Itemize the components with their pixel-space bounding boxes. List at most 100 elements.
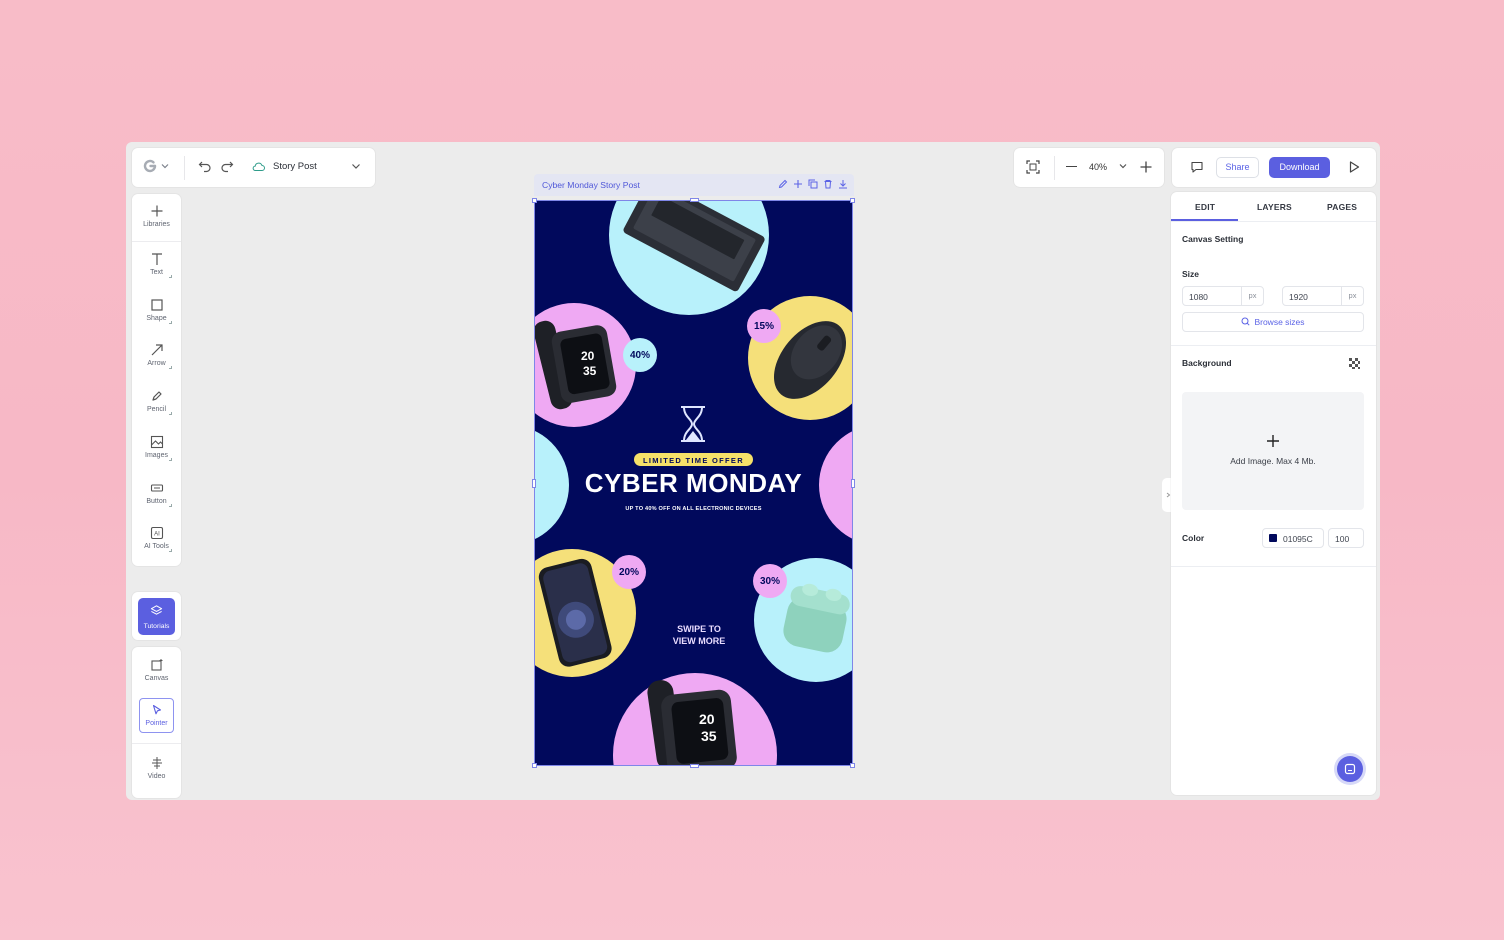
color-hex-field[interactable]: 01095C: [1262, 528, 1324, 548]
width-field[interactable]: 1080 px: [1182, 286, 1264, 306]
color-swatch[interactable]: [1269, 534, 1277, 542]
video-icon: [151, 757, 162, 769]
zoom-out-button[interactable]: [1066, 166, 1077, 168]
tool-images[interactable]: Images: [132, 435, 181, 461]
add-icon[interactable]: [793, 179, 803, 189]
search-icon: [1241, 317, 1251, 326]
tool-button[interactable]: Button: [132, 481, 181, 507]
discount-label-30: 30%: [759, 576, 780, 587]
edit-icon[interactable]: [778, 179, 788, 189]
tool-video[interactable]: Video: [132, 756, 181, 780]
share-button[interactable]: Share: [1216, 157, 1259, 178]
watch-time-top: 20: [581, 349, 595, 363]
tutorials-label: Tutorials: [143, 623, 170, 630]
subline: UP TO 40% OFF ON ALL ELECTRONIC DEVICES: [625, 506, 762, 512]
chevron-down-icon[interactable]: [350, 160, 362, 172]
submenu-indicator: [169, 549, 172, 552]
active-tab-indicator: [1171, 219, 1238, 221]
button-icon: [150, 484, 163, 492]
plus-icon: [1267, 435, 1279, 447]
divider: [1171, 566, 1376, 567]
text-icon: [151, 253, 162, 265]
zoom-bar: 40%: [1014, 148, 1164, 187]
frame-header: Cyber Monday Story Post: [534, 174, 854, 196]
bottom-watch-time-bottom: 35: [701, 728, 717, 744]
zoom-level[interactable]: 40%: [1089, 162, 1107, 172]
design-canvas[interactable]: 20 35 20 35 40% 15% 20% 30% LIMITED TIME…: [534, 200, 853, 766]
ai-icon: AI: [150, 526, 163, 540]
tool-ai[interactable]: AI AI Tools: [132, 526, 181, 552]
tool-label: Canvas: [144, 675, 169, 682]
tool-sidebar: Libraries Text Shape Arrow Pencil Images: [132, 194, 181, 566]
discount-label-15: 15%: [753, 321, 774, 332]
panel-tabs: EDIT LAYERS PAGES: [1171, 192, 1376, 222]
background-label: Background: [1182, 358, 1232, 368]
add-image-dropzone[interactable]: Add Image. Max 4 Mb.: [1182, 392, 1364, 510]
divider: [184, 156, 185, 180]
duplicate-icon[interactable]: [808, 179, 818, 189]
tool-text[interactable]: Text: [132, 252, 181, 278]
tool-label: Button: [146, 498, 167, 505]
editor-app: Story Post 40% Share Download Libraries …: [126, 142, 1380, 800]
chevron-down-icon[interactable]: [1118, 161, 1128, 171]
watch-time-bottom: 35: [583, 364, 597, 378]
tool-label: Video: [147, 773, 166, 780]
tool-label: Libraries: [143, 221, 170, 228]
trash-icon[interactable]: [823, 179, 833, 189]
submenu-indicator: [169, 366, 172, 369]
divider: [1171, 345, 1376, 346]
swipe-line-2: VIEW MORE: [672, 636, 726, 646]
arrow-icon: [151, 344, 163, 356]
offer-badge-text: LIMITED TIME OFFER: [643, 456, 744, 465]
chat-icon: [1344, 763, 1356, 775]
height-value: 1920: [1289, 292, 1308, 302]
submenu-indicator: [169, 275, 172, 278]
color-label: Color: [1182, 533, 1205, 543]
svg-text:AI: AI: [154, 532, 160, 538]
opacity-value: 100: [1335, 534, 1350, 544]
transparency-icon[interactable]: [1349, 358, 1360, 369]
tool-label: Text: [150, 269, 163, 276]
browse-sizes-label: Browse sizes: [1254, 317, 1305, 327]
tutorials-button[interactable]: Tutorials: [138, 598, 175, 635]
browse-sizes-button[interactable]: Browse sizes: [1182, 312, 1364, 332]
tool-shape[interactable]: Shape: [132, 298, 181, 324]
chat-button[interactable]: [1337, 756, 1363, 782]
tab-edit[interactable]: EDIT: [1195, 202, 1215, 212]
zoom-in-icon[interactable]: [1139, 160, 1153, 174]
section-title: Canvas Setting: [1182, 234, 1244, 244]
tool-pointer[interactable]: Pointer: [139, 698, 174, 733]
tool-arrow[interactable]: Arrow: [132, 343, 181, 369]
tool-libraries[interactable]: Libraries: [132, 204, 181, 228]
image-icon: [150, 435, 163, 449]
tool-label: Pointer: [145, 720, 168, 727]
properties-panel: EDIT LAYERS PAGES Canvas Setting Size 10…: [1171, 192, 1376, 795]
width-value: 1080: [1189, 292, 1208, 302]
tool-canvas[interactable]: Canvas: [132, 658, 181, 682]
comment-icon[interactable]: [1190, 160, 1204, 174]
download-icon[interactable]: [838, 179, 848, 189]
divider: [132, 743, 181, 744]
submenu-indicator: [169, 458, 172, 461]
frame-title[interactable]: Cyber Monday Story Post: [542, 180, 640, 190]
tab-pages[interactable]: PAGES: [1327, 202, 1357, 212]
document-title[interactable]: Story Post: [273, 161, 317, 172]
height-field[interactable]: 1920 px: [1282, 286, 1364, 306]
bottom-watch-time-top: 20: [699, 711, 715, 727]
opacity-field[interactable]: 100: [1328, 528, 1364, 548]
tutorials-card: Tutorials: [132, 592, 181, 640]
app-menu-button[interactable]: [142, 158, 169, 174]
height-unit: px: [1341, 287, 1363, 305]
tab-layers[interactable]: LAYERS: [1257, 202, 1292, 212]
plus-icon: [151, 205, 162, 217]
play-icon[interactable]: [1347, 160, 1361, 174]
fit-screen-icon[interactable]: [1026, 160, 1040, 174]
square-icon: [150, 299, 163, 311]
redo-icon[interactable]: [220, 159, 234, 173]
tool-pencil[interactable]: Pencil: [132, 389, 181, 415]
tool-label: AI Tools: [144, 543, 169, 550]
add-image-label: Add Image. Max 4 Mb.: [1230, 456, 1316, 466]
undo-icon[interactable]: [198, 159, 212, 173]
download-button[interactable]: Download: [1269, 157, 1330, 178]
tool-label: Shape: [146, 315, 167, 322]
